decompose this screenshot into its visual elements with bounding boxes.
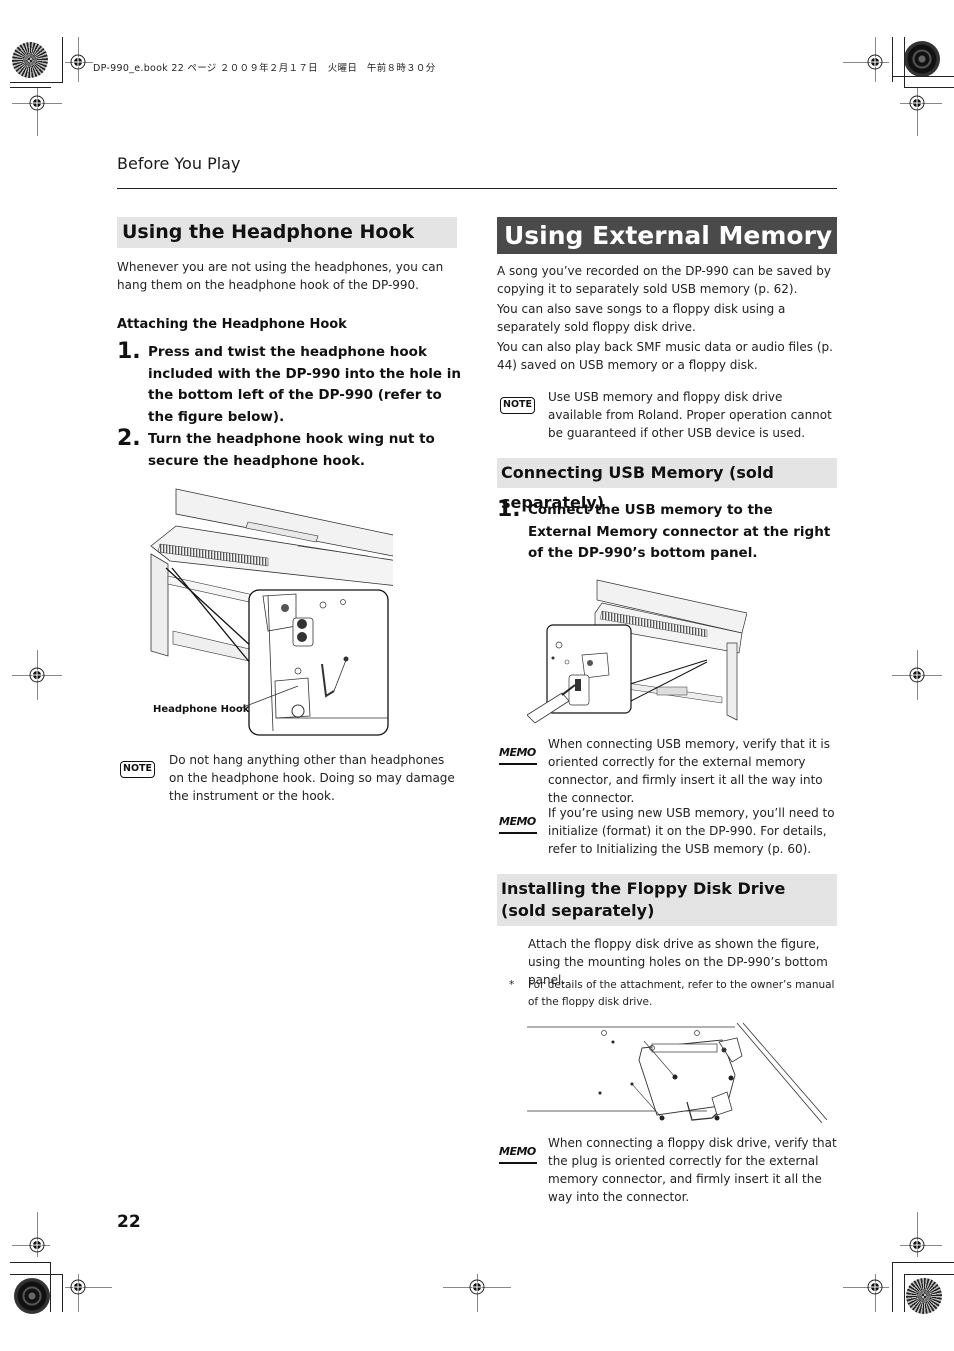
subheading-attaching: Attaching the Headphone Hook xyxy=(117,317,347,332)
note-icon: NOTE xyxy=(120,761,155,778)
registration-mark-icon xyxy=(867,54,883,70)
headphone-intro: Whenever you are not using the headphone… xyxy=(117,260,444,292)
color-bar-disc xyxy=(12,42,48,78)
step-number: 1. xyxy=(497,497,521,522)
print-slug: DP-990_e.book 22 ページ ２００９年２月１７日 火曜日 午前８時… xyxy=(93,63,436,74)
step-text: Connect the USB memory to the External M… xyxy=(528,502,831,561)
registration-mark-icon xyxy=(469,1279,485,1295)
memo-text: When connecting USB memory, verify that … xyxy=(548,737,830,805)
intro-paragraph: You can also play back SMF music data or… xyxy=(497,340,833,372)
color-bar-disc xyxy=(904,41,940,77)
registration-mark-icon xyxy=(909,95,925,111)
memo-text: If you’re using new USB memory, you’ll n… xyxy=(548,806,835,856)
step-number: 1. xyxy=(117,339,141,364)
registration-mark-icon xyxy=(909,667,925,683)
registration-mark-icon xyxy=(70,54,86,70)
color-bar-disc xyxy=(14,1278,50,1314)
intro-paragraph: A song you’ve recorded on the DP-990 can… xyxy=(497,264,831,296)
registration-mark-icon xyxy=(867,1279,883,1295)
floppy-drive-illustration xyxy=(527,1022,827,1124)
memo-text: When connecting a floppy disk drive, ver… xyxy=(548,1136,837,1204)
footnote-text: For details of the attachment, refer to … xyxy=(528,979,835,1008)
registration-mark-icon xyxy=(909,1237,925,1253)
note-icon: NOTE xyxy=(500,397,535,414)
footnote-marker: * xyxy=(509,979,515,991)
registration-mark-icon xyxy=(29,1237,45,1253)
color-bar-disc xyxy=(906,1278,942,1314)
section-title-usb: Connecting USB Memory (sold separately) xyxy=(497,458,837,512)
figure-label-headphone-hook: Headphone Hook xyxy=(153,704,250,715)
note-text: Do not hang anything other than headphon… xyxy=(169,753,455,803)
step-number: 2. xyxy=(117,426,141,451)
step-text: Turn the headphone hook wing nut to secu… xyxy=(148,431,435,469)
section-title-external-memory: Using External Memory xyxy=(497,217,837,254)
registration-mark-icon xyxy=(29,667,45,683)
memo-icon: MEMO xyxy=(499,745,537,765)
memo-icon: MEMO xyxy=(499,814,537,834)
note-text: Use USB memory and floppy disk drive ava… xyxy=(548,390,832,440)
intro-paragraph: You can also save songs to a floppy disk… xyxy=(497,302,786,334)
page-number: 22 xyxy=(117,1212,141,1232)
registration-mark-icon xyxy=(29,95,45,111)
header-rule xyxy=(117,188,837,189)
memo-icon: MEMO xyxy=(499,1144,537,1164)
step-text: Press and twist the headphone hook inclu… xyxy=(148,344,461,425)
headphone-hook-illustration xyxy=(150,488,393,736)
running-head: Before You Play xyxy=(117,154,241,173)
registration-mark-icon xyxy=(70,1279,86,1295)
section-title-headphone-hook: Using the Headphone Hook xyxy=(117,217,457,248)
section-title-floppy: Installing the Floppy Disk Drive (sold s… xyxy=(497,874,837,926)
usb-connection-illustration xyxy=(527,579,747,724)
